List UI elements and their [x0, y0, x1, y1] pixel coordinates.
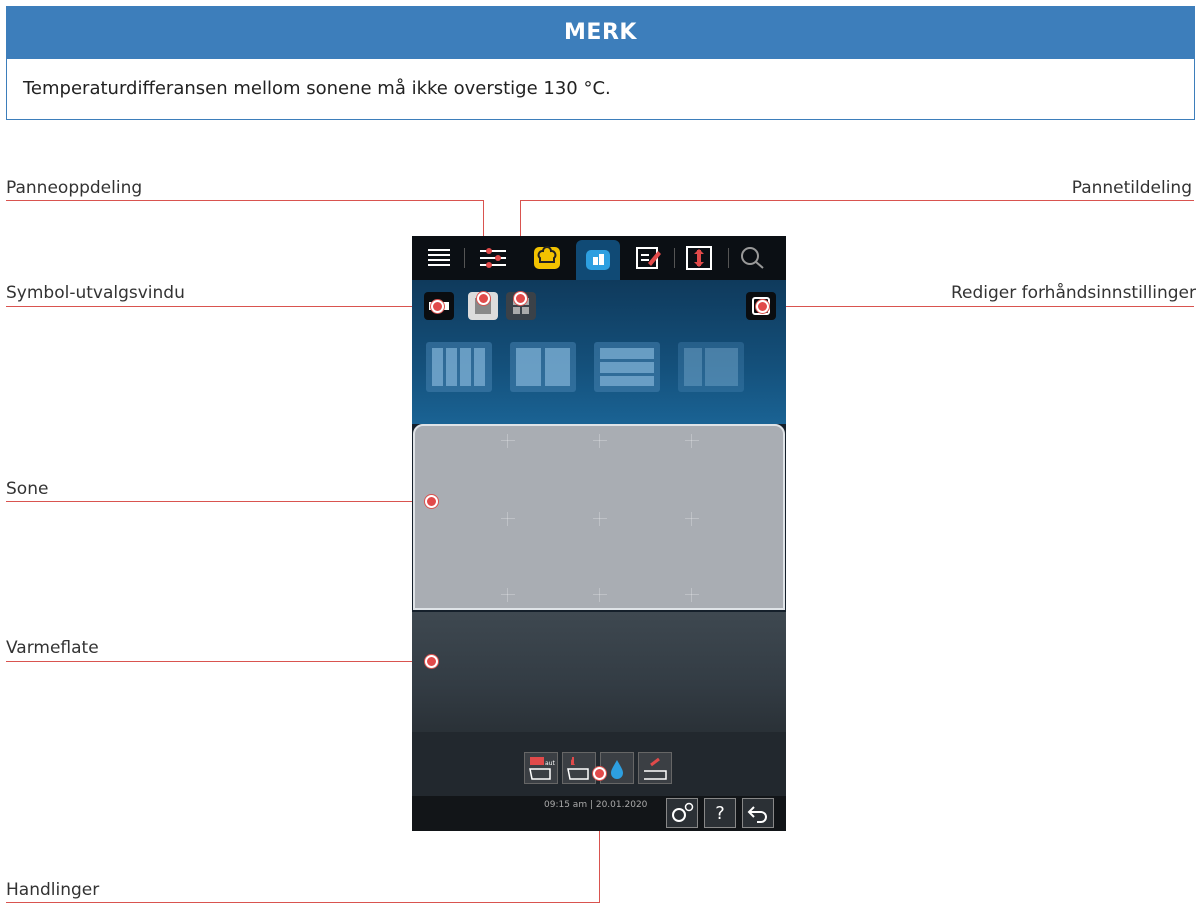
settings-button[interactable]: [666, 798, 698, 828]
note-box: MERK Temperaturdifferansen mellom sonene…: [6, 6, 1195, 120]
callout-dot: [514, 292, 527, 305]
menu-icon[interactable]: [424, 244, 454, 272]
note-title: MERK: [7, 7, 1194, 59]
search-icon[interactable]: [738, 244, 768, 272]
label-sone: Sone: [6, 479, 49, 499]
layout-split-option[interactable]: [678, 342, 744, 392]
leader-line: [520, 200, 1194, 201]
status-time: 09:15 am: [544, 800, 588, 810]
back-button[interactable]: [742, 798, 774, 828]
temperature-icon[interactable]: [684, 244, 714, 272]
callout-dot: [431, 300, 444, 313]
chef-hat-icon[interactable]: [532, 244, 562, 272]
svg-text:auto: auto: [545, 760, 555, 767]
status-time-date: 09:15 am | 20.01.2020: [544, 800, 648, 810]
pan-icon[interactable]: [562, 752, 596, 784]
callout-dot: [593, 767, 606, 780]
callout-dot: [756, 300, 769, 313]
water-drop-icon[interactable]: [600, 752, 634, 784]
leader-line: [6, 902, 600, 903]
label-symbol-utvalgsvindu: Symbol-utvalgsvindu: [6, 283, 185, 303]
callout-dot: [477, 292, 490, 305]
layout-half-option[interactable]: [510, 342, 576, 392]
zone-layout-icon[interactable]: [576, 240, 620, 280]
callout-dot: [425, 495, 438, 508]
leader-line: [762, 306, 1194, 307]
status-date: 20.01.2020: [595, 800, 648, 810]
auto-icon[interactable]: auto: [524, 752, 558, 784]
layout-quarter-option[interactable]: [426, 342, 492, 392]
symbol-selection-window: [412, 280, 786, 424]
settings-list-icon[interactable]: [478, 244, 508, 272]
layout-rows-option[interactable]: [594, 342, 660, 392]
leader-line: [6, 306, 438, 307]
device-screen: auto 09:15 am | 20.01.2020 ?: [412, 236, 786, 831]
edit-icon[interactable]: [634, 244, 664, 272]
heating-surface[interactable]: [412, 612, 786, 732]
leader-line: [6, 661, 431, 662]
label-pannetildeling: Pannetildeling: [1071, 178, 1192, 198]
leader-line: [6, 200, 484, 201]
label-varmeflate: Varmeflate: [6, 638, 99, 658]
help-button[interactable]: ?: [704, 798, 736, 828]
zone-area[interactable]: [413, 424, 785, 610]
label-handlinger: Handlinger: [6, 880, 100, 900]
tab-bar: [412, 236, 786, 280]
note-text: Temperaturdifferansen mellom sonene må i…: [23, 78, 611, 99]
label-panneoppdeling: Panneoppdeling: [6, 178, 143, 198]
label-rediger: Rediger forhåndsinnstillinger: [950, 283, 1196, 303]
tray-icon[interactable]: [638, 752, 672, 784]
leader-line: [6, 501, 431, 502]
callout-dot: [425, 655, 438, 668]
